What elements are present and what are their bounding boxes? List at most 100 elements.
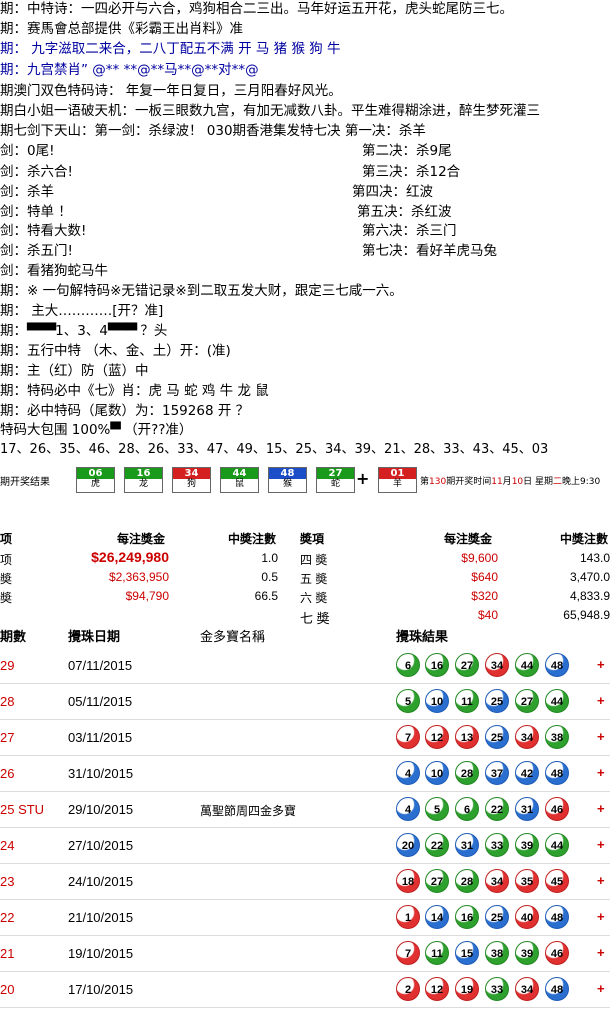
number-ball: 25	[485, 905, 509, 929]
strip-label: 期开奖结果	[0, 477, 50, 488]
number-ball: 2	[396, 977, 420, 1001]
number-ball: 22	[485, 797, 509, 821]
tile-zodiac: 蛇	[330, 479, 340, 489]
number-ball: 38	[545, 725, 569, 749]
row-period[interactable]: 28	[0, 694, 14, 709]
bars-line-tail: ？头	[136, 323, 168, 339]
prize-count: 1.0	[261, 551, 278, 565]
table-row[interactable]: 26 31/10/2015 4 10 28 37 42 48 +	[0, 756, 610, 792]
number-ball: 44	[545, 833, 569, 857]
number-ball: 25	[485, 689, 509, 713]
prize-amount: $9,600	[461, 551, 498, 565]
prize-amount: $94,790	[125, 589, 169, 603]
row-period[interactable]: 24	[0, 838, 14, 853]
prize-amount: $2,363,950	[108, 570, 169, 584]
number-ball: 4	[396, 761, 420, 785]
number-ball: 28	[455, 761, 479, 785]
row-period[interactable]: 27	[0, 730, 14, 745]
row-period[interactable]: 26	[0, 766, 14, 781]
prize-label: 项	[0, 553, 13, 567]
bars-line-text: 1、3、4	[55, 323, 108, 339]
number-ball: 10	[425, 689, 449, 713]
prize-label: 奬	[0, 572, 13, 586]
result-tile: 06 虎	[76, 467, 115, 493]
table-row[interactable]: 25 STU 29/10/2015 萬聖節周四金多寶 4 5 6 22 31 46 +	[0, 792, 610, 828]
history-header-date: 攪珠日期	[68, 629, 121, 644]
plus-sign: +	[597, 981, 605, 996]
number-ball: 4	[396, 797, 420, 821]
row-period[interactable]: 21	[0, 946, 14, 961]
plus-sign: +	[597, 801, 605, 816]
table-row[interactable]: 24 27/10/2015 20 22 31 33 39 44 +	[0, 828, 610, 864]
row-period[interactable]: 23	[0, 874, 14, 889]
text-line: 期： 主大…………[开？准]	[0, 303, 164, 319]
tile-zodiac: 狗	[186, 479, 196, 489]
number-ball: 12	[425, 725, 449, 749]
tile-zodiac: 虎	[90, 479, 100, 489]
number-ball: 10	[425, 761, 449, 785]
number-ball: 48	[545, 761, 569, 785]
row-date: 05/11/2015	[68, 694, 133, 709]
big-surround-tail: （开??准）	[119, 422, 193, 438]
row-divider	[0, 1007, 610, 1008]
table-row[interactable]: 22 21/10/2015 1 14 16 25 40 48 +	[0, 900, 610, 936]
draw-result-strip: 期开奖结果 06 虎 16 龙 34 狗 44 鼠 48 猴 27 蛇 + 01 羊 第130…	[0, 464, 610, 494]
row-period[interactable]: 20	[0, 982, 14, 997]
prize-label: 四 奬	[300, 553, 328, 567]
table-row[interactable]: 23 24/10/2015 18 27 28 34 35 45 +	[0, 864, 610, 900]
tile-zodiac: 鼠	[234, 479, 244, 489]
row-date: 27/10/2015	[68, 838, 134, 853]
number-ball: 11	[455, 689, 479, 713]
text-line: 剑：杀羊	[0, 184, 54, 200]
table-row[interactable]: 27 03/11/2015 7 12 13 25 34 38 +	[0, 720, 610, 756]
period-number: 130	[429, 477, 447, 487]
number-ball: 44	[545, 689, 569, 713]
number-ball: 28	[455, 869, 479, 893]
row-date: 03/11/2015	[68, 730, 133, 745]
text-line: 期白小姐一语破天机：一板三眼数九宫，有加无减数八卦。平生难得糊涂进，醉生梦死灌三	[0, 103, 540, 119]
text-line: 期：必中特码（尾数）为：159268 开 ？	[0, 403, 250, 419]
text-line: 剑：杀五门!	[0, 243, 73, 259]
draw-history-table: 期數 攪珠日期 金多寶名稱 攪珠結果 29 07/11/2015 6 16 27 34 44…	[0, 620, 610, 1017]
prize-header-item: 项	[0, 532, 13, 546]
number-ball: 38	[485, 941, 509, 965]
row-period[interactable]: 29	[0, 658, 14, 673]
number-ball: 5	[425, 797, 449, 821]
history-header-period: 期數	[0, 629, 27, 644]
row-period[interactable]: 25 STU	[0, 802, 44, 817]
result-tile: 16 龙	[124, 467, 163, 493]
table-row[interactable]: 21 19/10/2015 7 11 15 38 39 46 +	[0, 936, 610, 972]
table-row[interactable]: 29 07/11/2015 6 16 27 34 44 48 +	[0, 648, 610, 684]
number-ball: 44	[515, 653, 539, 677]
row-date: 24/10/2015	[68, 874, 134, 889]
draw-time-info: 第130期开奖时间11月10日 星期二晚上9:30	[420, 477, 601, 487]
bar-glyphs: ▀	[110, 422, 120, 438]
number-ball: 40	[515, 905, 539, 929]
number-ball: 46	[545, 941, 569, 965]
text-line: 期：五行中特 （木、金、土）开：(准)	[0, 343, 231, 359]
result-tile: 34 狗	[172, 467, 211, 493]
number-ball: 34	[515, 725, 539, 749]
plus-sign: +	[356, 469, 370, 488]
row-period[interactable]: 22	[0, 910, 14, 925]
number-list: 17、26、35、46、28、26、33、47、49、15、25、34、39、2…	[0, 442, 549, 457]
result-tile: 48 猴	[268, 467, 307, 493]
text-line: 剑：0尾!	[0, 143, 55, 159]
number-ball: 12	[425, 977, 449, 1001]
table-row[interactable]: 28 05/11/2015 5 10 11 25 27 44 +	[0, 684, 610, 720]
table-row[interactable]: 20 17/10/2015 2 12 19 33 34 48 +	[0, 972, 610, 1008]
prize-label: 六 奬	[300, 591, 328, 605]
text-line: 剑：特单 ！	[0, 204, 72, 220]
tile-number: 27	[317, 468, 354, 479]
row-date: 29/10/2015	[68, 802, 134, 817]
row-date: 07/11/2015	[68, 658, 133, 673]
number-ball: 27	[515, 689, 539, 713]
number-ball: 14	[425, 905, 449, 929]
plus-sign: +	[597, 909, 605, 924]
tile-zodiac: 羊	[392, 479, 402, 489]
text-line: 剑：特看大数!	[0, 223, 87, 239]
draw-month: 11	[491, 477, 503, 487]
prize-count: 0.5	[261, 570, 278, 584]
bars-line-label: 期：	[0, 323, 27, 339]
number-ball: 39	[515, 833, 539, 857]
